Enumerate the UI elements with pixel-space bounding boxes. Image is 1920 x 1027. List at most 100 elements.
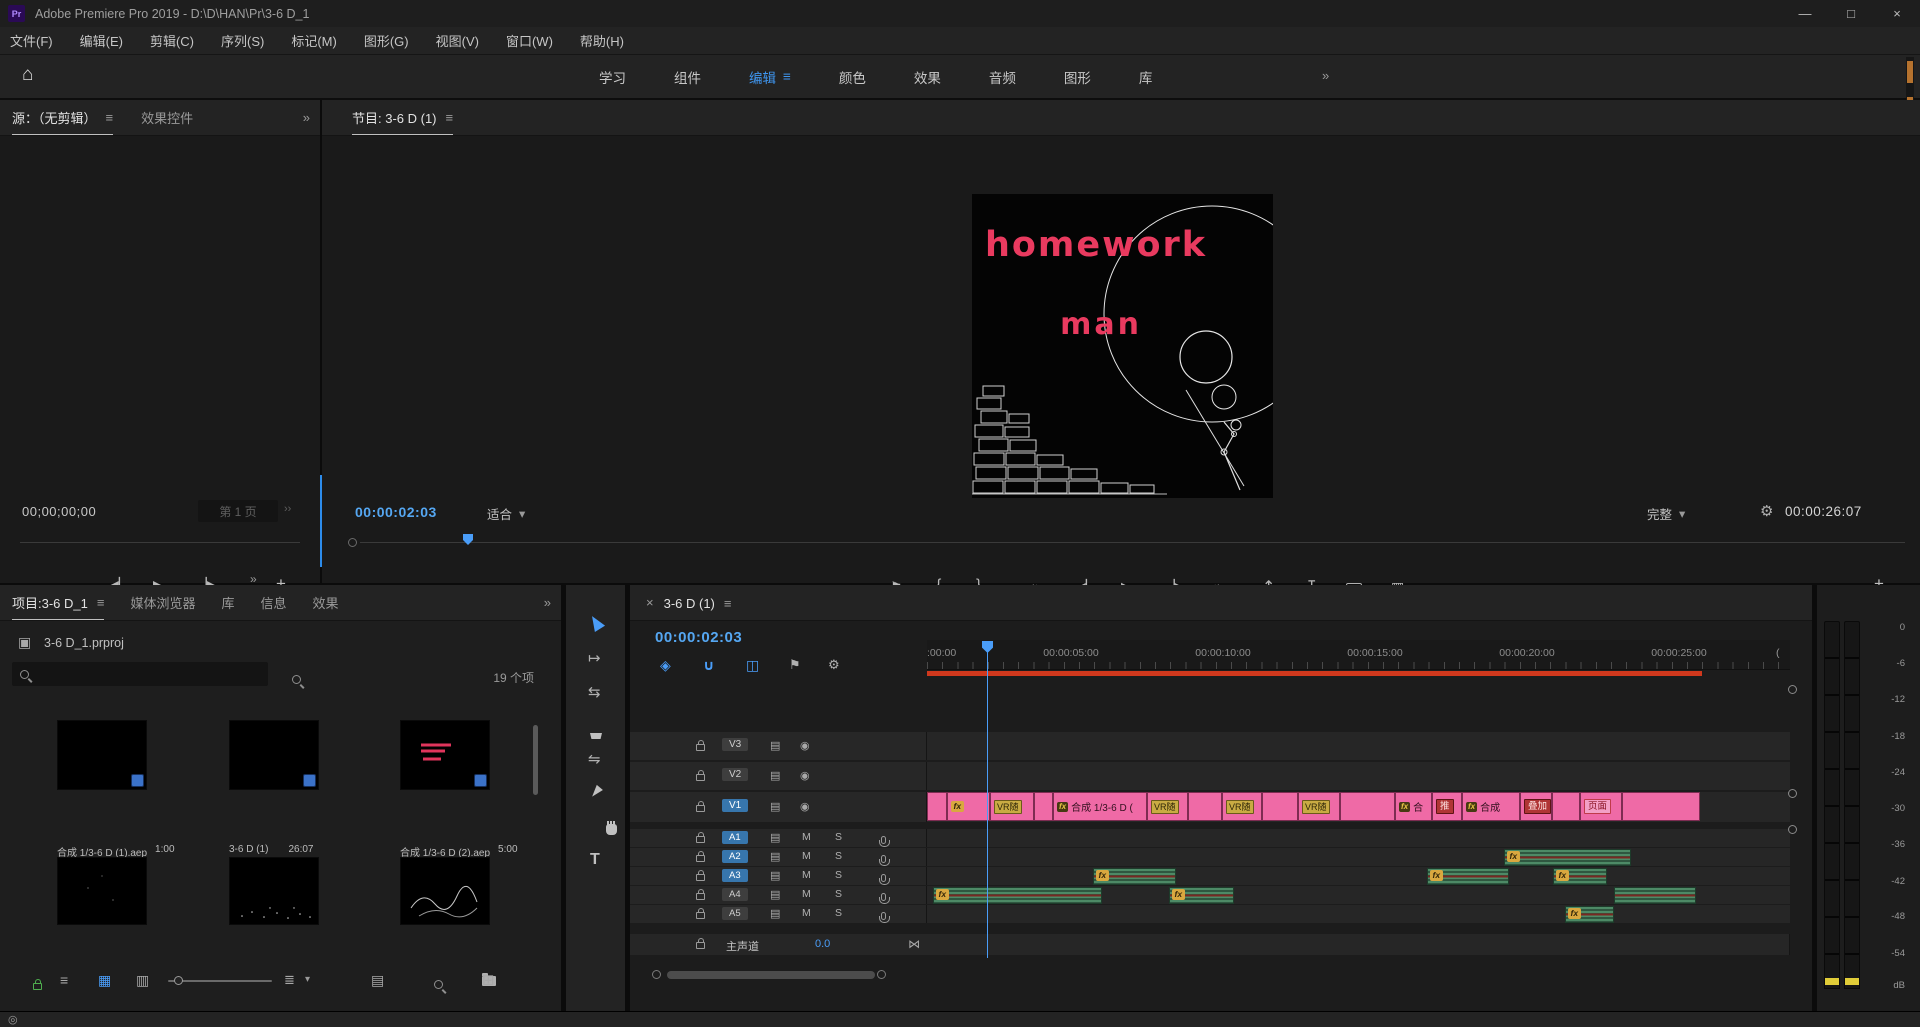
- workspace-menu-icon[interactable]: ≡: [783, 69, 791, 84]
- audio-clip[interactable]: [1614, 887, 1696, 904]
- menu-edit[interactable]: 编辑(E): [80, 31, 123, 50]
- timeline-zoom-in-handle[interactable]: [877, 970, 886, 979]
- solo-button[interactable]: S: [835, 831, 842, 843]
- selection-tool[interactable]: [587, 613, 605, 632]
- timeline-clip[interactable]: fx合: [1395, 792, 1432, 821]
- mute-button[interactable]: M: [802, 831, 811, 843]
- tab-effects[interactable]: 效果: [890, 55, 965, 98]
- mute-button[interactable]: M: [802, 907, 811, 919]
- program-panel-menu-icon[interactable]: ≡: [446, 110, 454, 125]
- track-content-a5[interactable]: [927, 905, 1790, 923]
- menu-clip[interactable]: 剪辑(C): [150, 31, 194, 50]
- find-in-project-icon[interactable]: [292, 675, 301, 684]
- source-page-grip-icon[interactable]: ››: [284, 503, 291, 515]
- snap-toggle-icon[interactable]: ∪: [703, 657, 714, 674]
- program-zoom-select[interactable]: 适合 ▾: [487, 504, 525, 523]
- track-output-icon[interactable]: ▤: [770, 850, 780, 863]
- tab-effects-panel[interactable]: 效果: [313, 593, 339, 612]
- track-target-v2[interactable]: V2: [722, 768, 748, 781]
- freeform-view-icon[interactable]: ▥: [136, 972, 149, 989]
- source-page-selector[interactable]: 第 1 页: [198, 500, 278, 522]
- solo-button[interactable]: S: [835, 850, 842, 862]
- timeline-clip[interactable]: [927, 792, 947, 821]
- track-output-icon[interactable]: ▤: [770, 869, 780, 882]
- timeline-clip[interactable]: [1262, 792, 1298, 821]
- tab-info[interactable]: 信息: [261, 593, 287, 612]
- program-timecode[interactable]: 00:00:02:03: [355, 504, 437, 520]
- timeline-horizontal-scrollbar[interactable]: [667, 971, 875, 979]
- mute-button[interactable]: M: [802, 888, 811, 900]
- seek-zoom-handle[interactable]: [348, 538, 357, 547]
- track-lock-icon[interactable]: [696, 855, 705, 862]
- project-item-thumbnail[interactable]: [57, 720, 147, 790]
- item-name[interactable]: 3-6 D (1): [229, 844, 268, 855]
- timeline-transition-clip[interactable]: 页面: [1580, 792, 1622, 821]
- timeline-transition-clip[interactable]: VR随: [990, 792, 1034, 821]
- menu-window[interactable]: 窗口(W): [506, 31, 553, 50]
- nest-sequence-toggle-icon[interactable]: ◈: [660, 657, 671, 674]
- sort-icon[interactable]: ≣: [284, 972, 295, 988]
- source-transport-more-chevron[interactable]: »: [250, 572, 257, 586]
- tab-effect-controls[interactable]: 效果控件: [141, 108, 193, 127]
- tab-source[interactable]: 源：（无剪辑） ≡: [12, 100, 113, 135]
- new-item-icon[interactable]: ⊞: [482, 971, 495, 989]
- voiceover-mic-icon[interactable]: [881, 874, 886, 882]
- track-lock-icon[interactable]: [696, 744, 705, 751]
- hand-tool[interactable]: [606, 824, 617, 835]
- project-scrollbar[interactable]: [533, 725, 538, 795]
- source-seek-bar[interactable]: [20, 542, 300, 543]
- timeline-clip[interactable]: fx: [947, 792, 990, 821]
- timeline-transition-clip[interactable]: 推: [1432, 792, 1462, 821]
- audio-clip[interactable]: fx: [1553, 868, 1607, 885]
- project-item-thumbnail[interactable]: [229, 857, 319, 925]
- find-icon[interactable]: [434, 980, 443, 989]
- sort-direction-icon[interactable]: ▾: [305, 974, 310, 985]
- master-level-value[interactable]: 0.0: [815, 938, 830, 950]
- audio-clip[interactable]: fx: [1565, 906, 1614, 923]
- pen-tool[interactable]: [589, 785, 603, 799]
- automate-to-sequence-icon[interactable]: ▤: [371, 972, 384, 989]
- project-item-thumbnail[interactable]: [229, 720, 319, 790]
- tab-assembly[interactable]: 组件: [650, 55, 725, 98]
- track-target-a1[interactable]: A1: [722, 831, 748, 844]
- program-resolution-select[interactable]: 完整 ▾: [1647, 504, 1685, 523]
- program-playhead[interactable]: [463, 534, 473, 545]
- project-overflow-chevron[interactable]: »: [544, 595, 551, 610]
- timeline-clip[interactable]: [1622, 792, 1700, 821]
- tab-audio[interactable]: 音频: [965, 55, 1040, 98]
- track-content-v3[interactable]: [927, 732, 1790, 760]
- type-tool[interactable]: T: [590, 851, 600, 869]
- menu-file[interactable]: 文件(F): [10, 31, 53, 50]
- menu-sequence[interactable]: 序列(S): [221, 31, 264, 50]
- tab-libraries-panel[interactable]: 库: [221, 593, 234, 612]
- maximize-button[interactable]: □: [1828, 0, 1874, 27]
- mute-button[interactable]: M: [802, 850, 811, 862]
- track-content-a1[interactable]: [927, 829, 1790, 847]
- program-settings-wrench-icon[interactable]: ⚙: [1760, 502, 1773, 520]
- timeline-clip[interactable]: fx合成 1/3-6 D (: [1053, 792, 1147, 821]
- icon-view-icon[interactable]: ▦: [98, 972, 111, 989]
- voiceover-mic-icon[interactable]: [881, 893, 886, 901]
- track-lock-icon[interactable]: [696, 836, 705, 843]
- slip-tool[interactable]: ⇋: [588, 750, 601, 768]
- track-output-icon[interactable]: ▤: [770, 888, 780, 901]
- vertical-zoom-handle[interactable]: [1788, 825, 1797, 834]
- toggle-track-output-eye-icon[interactable]: ◉: [800, 739, 810, 752]
- mute-button[interactable]: M: [802, 869, 811, 881]
- close-button[interactable]: ×: [1874, 0, 1920, 27]
- timeline-transition-clip[interactable]: VR随: [1222, 792, 1262, 821]
- tab-color[interactable]: 颜色: [815, 55, 890, 98]
- tab-sequence[interactable]: 3-6 D (1) ≡: [664, 588, 732, 618]
- project-item-thumbnail[interactable]: [400, 857, 490, 925]
- menu-help[interactable]: 帮助(H): [580, 31, 624, 50]
- voiceover-mic-icon[interactable]: [881, 836, 886, 844]
- tab-media-browser[interactable]: 媒体浏览器: [130, 593, 195, 612]
- track-lock-icon[interactable]: [696, 942, 705, 949]
- solo-button[interactable]: S: [835, 907, 842, 919]
- timeline-playhead-line[interactable]: [987, 651, 988, 958]
- tab-program[interactable]: 节目: 3-6 D (1) ≡: [352, 100, 453, 135]
- workspace-overflow-chevron[interactable]: »: [1322, 68, 1329, 83]
- vertical-zoom-handle[interactable]: [1788, 789, 1797, 798]
- track-content-a2[interactable]: [927, 848, 1790, 866]
- project-item-thumbnail[interactable]: [400, 720, 490, 790]
